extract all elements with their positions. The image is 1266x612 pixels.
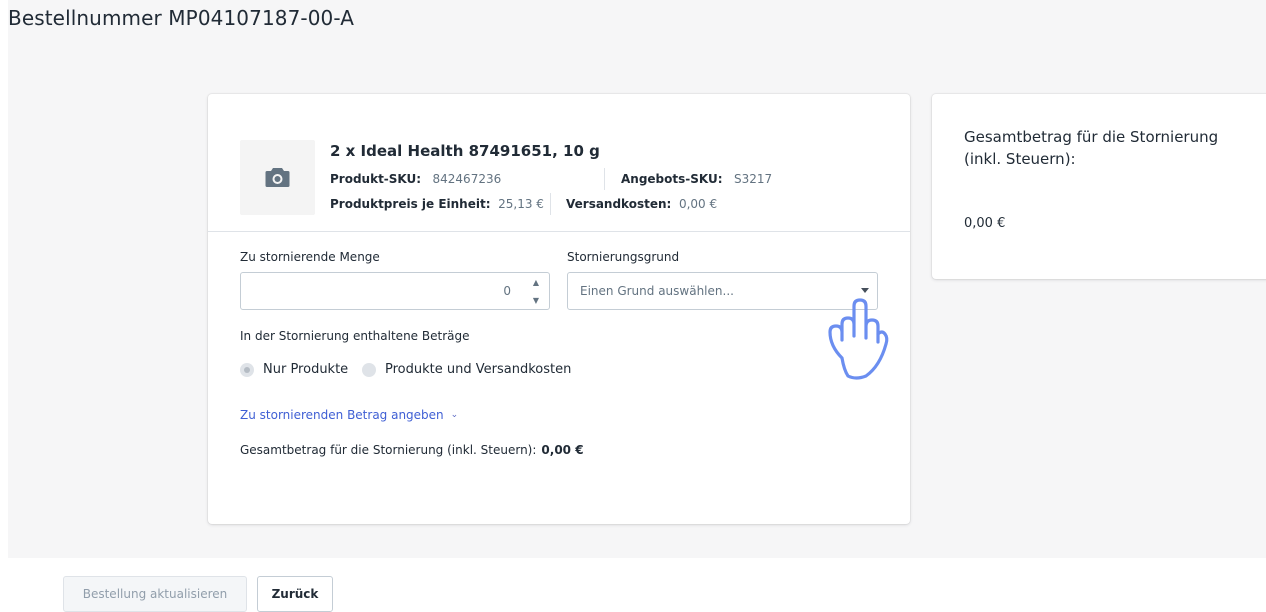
page-title: Bestellnummer MP04107187-00-A: [8, 6, 355, 30]
reason-label: Stornierungsgrund: [567, 250, 680, 264]
cancellation-total-label: Gesamtbetrag für die Stornierung (inkl. …: [240, 443, 537, 457]
shipping-cost-label: Versandkosten:: [566, 197, 672, 211]
radio-button[interactable]: [362, 362, 376, 377]
offer-sku-label: Angebots-SKU:: [621, 172, 723, 186]
radio-products-only[interactable]: Nur Produkte: [240, 362, 348, 377]
shipping-cost: Versandkosten: 0,00 €: [566, 197, 717, 211]
unit-price-label: Produktpreis je Einheit:: [330, 197, 491, 211]
meta-divider: [604, 168, 605, 190]
chevron-down-icon: ⌄: [450, 410, 459, 420]
stepper-controls: ▲ ▼: [523, 273, 549, 309]
specify-amount-link[interactable]: Zu stornierenden Betrag angeben ⌄: [240, 408, 458, 422]
reason-select-value: Einen Grund auswählen...: [580, 284, 734, 298]
product-sku-value: 842467236: [432, 172, 502, 186]
offer-sku: Angebots-SKU: S3217: [621, 172, 772, 186]
cancellation-total-value: 0,00 €: [541, 443, 584, 457]
product-sku: Produkt-SKU: 842467236: [330, 172, 501, 186]
cancellation-card: 2 x Ideal Health 87491651, 10 g Produkt-…: [208, 94, 910, 524]
quantity-value: 0: [503, 284, 511, 298]
update-order-button[interactable]: Bestellung aktualisieren: [63, 576, 247, 612]
summary-card: Gesamtbetrag für die Stornierung (inkl. …: [932, 94, 1266, 279]
page-edge: [0, 0, 8, 558]
specify-amount-link-label: Zu stornierenden Betrag angeben: [240, 408, 444, 422]
pointer-hand-icon: [828, 298, 889, 380]
unit-price: Produktpreis je Einheit: 25,13 €: [330, 197, 544, 211]
summary-title: Gesamtbetrag für die Stornierung (inkl. …: [964, 128, 1219, 168]
decrement-button[interactable]: ▼: [523, 291, 549, 309]
amounts-label: In der Stornierung enthaltene Beträge: [240, 329, 470, 343]
radio-products-only-label: Nur Produkte: [263, 362, 349, 377]
caret-down-icon: [861, 288, 869, 293]
quantity-stepper[interactable]: 0 ▲ ▼: [240, 272, 550, 310]
camera-icon: [265, 168, 290, 187]
meta-divider: [550, 193, 551, 215]
radio-products-shipping[interactable]: Produkte und Versandkosten: [362, 362, 571, 377]
product-title: 2 x Ideal Health 87491651, 10 g: [330, 142, 600, 160]
product-thumbnail: [240, 140, 315, 215]
quantity-label: Zu stornierende Menge: [240, 250, 380, 264]
back-button[interactable]: Zurück: [257, 576, 333, 612]
product-sku-label: Produkt-SKU:: [330, 172, 422, 186]
radio-products-shipping-label: Produkte und Versandkosten: [385, 362, 572, 377]
cancellation-total: Gesamtbetrag für die Stornierung (inkl. …: [240, 443, 584, 457]
section-divider: [208, 231, 910, 232]
radio-button-checked[interactable]: [240, 362, 254, 377]
offer-sku-value: S3217: [733, 172, 773, 186]
unit-price-value: 25,13 €: [498, 197, 544, 211]
summary-amount: 0,00 €: [964, 216, 1006, 231]
shipping-cost-value: 0,00 €: [678, 197, 718, 211]
increment-button[interactable]: ▲: [523, 273, 549, 291]
